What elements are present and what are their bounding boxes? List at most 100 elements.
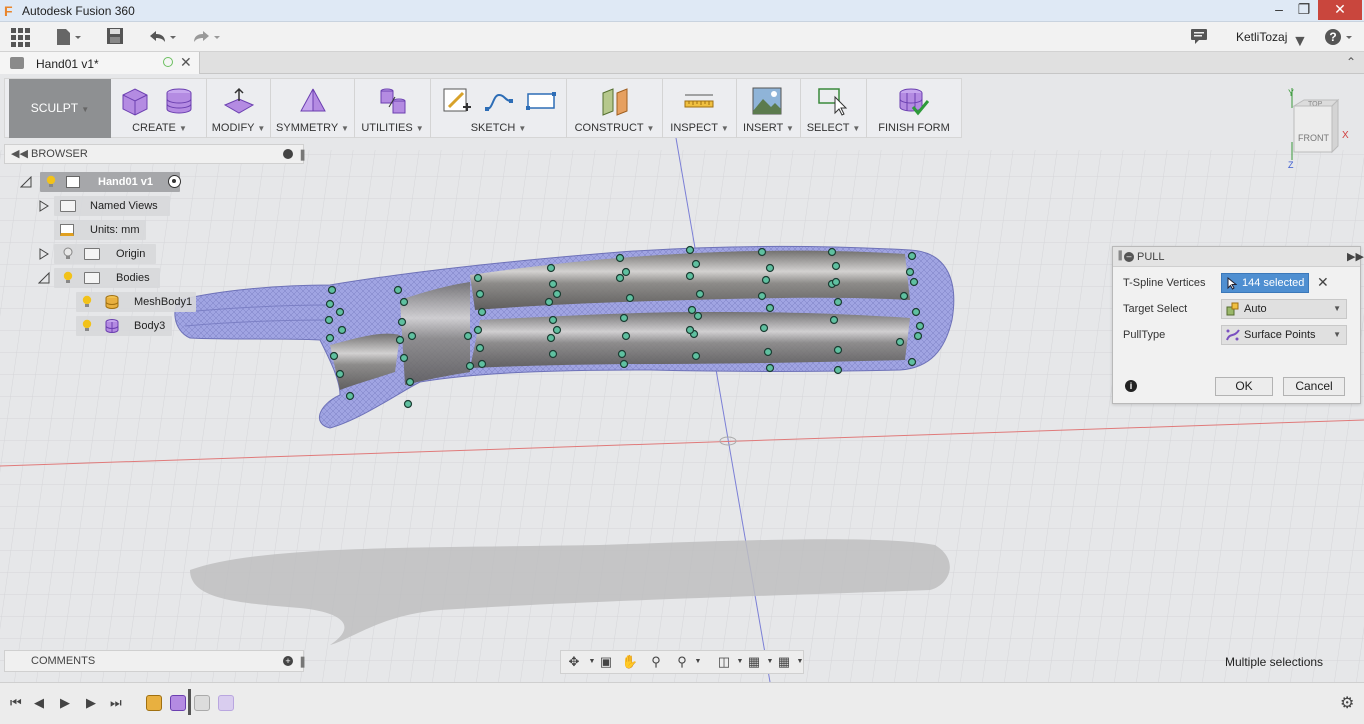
symmetry-icon[interactable] (297, 85, 329, 117)
select-menu-label: SELECT ▼ (806, 122, 861, 134)
browser-panel-header: ◀◀ BROWSER ❚ (4, 144, 307, 164)
go-to-start-icon[interactable]: ⏮ (10, 695, 22, 711)
collapse-browser-icon[interactable]: ◀◀ (11, 147, 28, 160)
document-tab[interactable]: Hand01 v1* ✕ (0, 52, 200, 74)
zoom-icon[interactable]: ⚲ (647, 654, 665, 670)
pull-type-dropdown[interactable]: Surface Points ▼ (1221, 325, 1347, 345)
visibility-bulb-icon[interactable] (82, 295, 92, 308)
insert-group[interactable]: INSERT ▼ (737, 79, 801, 138)
timeline-form-feature-2-icon[interactable] (218, 695, 234, 711)
cylinder-icon[interactable] (163, 85, 195, 117)
edit-form-icon[interactable] (223, 85, 255, 117)
step-forward-icon[interactable]: ▶ (60, 695, 70, 711)
select-group[interactable]: SELECT ▼ (801, 79, 867, 138)
zoom-caret-icon[interactable]: ▼ (689, 654, 707, 670)
create-group[interactable]: CREATE ▼ (113, 79, 207, 138)
add-comment-icon[interactable]: + (283, 656, 293, 666)
browser-pin-icon[interactable] (283, 149, 293, 159)
undo-icon[interactable] (146, 27, 178, 47)
collapsed-triangle-icon[interactable] (38, 200, 50, 212)
browser-root[interactable]: Hand01 v1 (20, 172, 190, 192)
browser-item-named-views[interactable]: Named Views (38, 196, 172, 216)
user-dropdown-caret-icon[interactable]: ▼ (1292, 32, 1308, 52)
browser-item-bodies[interactable]: Bodies (38, 268, 162, 288)
step-back-icon[interactable]: ◀ (34, 695, 44, 711)
create-sketch-icon[interactable] (441, 85, 473, 117)
timeline-bar: ⏮ ◀ ▶ ▶ ⏭ ⚙ (0, 682, 1364, 724)
collapsed-triangle-icon[interactable] (38, 248, 50, 260)
close-tab-icon[interactable]: ✕ (180, 54, 192, 71)
expanded-triangle-icon[interactable] (20, 176, 32, 188)
pull-dialog: ❚ – PULL ▶▶ T-Spline Vertices 144 select… (1112, 246, 1364, 404)
save-icon[interactable] (106, 27, 124, 47)
collapse-chevron-up-icon[interactable]: ⌃ (1346, 55, 1356, 69)
file-menu-icon[interactable] (54, 27, 82, 47)
box-icon[interactable] (119, 85, 151, 117)
surface-points-icon (1226, 329, 1240, 341)
construct-group[interactable]: CONSTRUCT ▼ (567, 79, 663, 138)
modify-group[interactable]: MODIFY ▼ (207, 79, 271, 138)
finish-form-group[interactable]: FINISH FORM (867, 79, 961, 138)
comments-resize-handle-icon[interactable]: ❚ (298, 655, 307, 668)
ok-button[interactable]: OK (1215, 377, 1273, 396)
user-account-menu[interactable]: KetliTozaj (1236, 30, 1287, 44)
info-icon[interactable]: i (1125, 380, 1137, 392)
cancel-button[interactable]: Cancel (1283, 377, 1345, 396)
look-at-icon[interactable]: ▣ (597, 654, 615, 670)
utilities-group[interactable]: UTILITIES ▼ (355, 79, 431, 138)
pan-hand-icon[interactable]: ✋ (621, 654, 639, 670)
redo-icon[interactable] (190, 27, 222, 47)
folder-icon (84, 272, 100, 284)
browser-item-units[interactable]: Units: mm (54, 220, 146, 240)
timeline-form-feature-icon[interactable] (170, 695, 186, 711)
timeline-settings-gear-icon[interactable]: ⚙ (1340, 693, 1354, 713)
viewcube[interactable]: Y Z X TOP FRONT (1288, 84, 1352, 168)
visibility-bulb-icon[interactable] (63, 271, 73, 284)
utilities-icon[interactable] (377, 85, 409, 117)
maximize-button[interactable]: ❐ (1291, 0, 1317, 20)
expanded-triangle-icon[interactable] (38, 272, 50, 284)
go-to-end-icon[interactable]: ⏭ (110, 695, 122, 711)
visibility-bulb-icon[interactable] (82, 319, 92, 332)
insert-image-icon[interactable] (751, 85, 783, 117)
cursor-arrow-icon (1227, 277, 1237, 290)
close-window-button[interactable]: ✕ (1318, 0, 1362, 20)
visibility-bulb-icon[interactable] (46, 175, 56, 188)
pull-dialog-header[interactable]: ❚ – PULL ▶▶ (1113, 247, 1364, 267)
dialog-expand-icon[interactable]: ▶▶ (1347, 250, 1364, 263)
activate-component-icon[interactable] (168, 175, 181, 188)
target-select-dropdown[interactable]: Auto ▼ (1221, 299, 1347, 319)
timeline-mesh-feature-icon[interactable] (146, 695, 162, 711)
clear-selection-icon[interactable]: ✕ (1317, 274, 1329, 291)
selection-status: Multiple selections (1225, 655, 1324, 669)
browser-resize-handle-icon[interactable]: ❚ (298, 148, 307, 161)
play-icon[interactable]: ▶ (86, 695, 96, 711)
tspline-vertices-selection-button[interactable]: 144 selected (1221, 273, 1309, 293)
timeline-marker[interactable] (188, 689, 191, 715)
inspect-group[interactable]: INSPECT ▼ (663, 79, 737, 138)
dialog-collapse-icon[interactable]: – (1124, 252, 1134, 262)
measure-icon[interactable] (683, 85, 715, 117)
sketch-group[interactable]: SKETCH ▼ (431, 79, 567, 138)
finish-form-icon[interactable] (897, 85, 929, 117)
browser-root-label: Hand01 v1 (98, 176, 154, 188)
viewcube-front-face: FRONT (1298, 133, 1329, 143)
data-panel-grid-icon[interactable] (10, 27, 30, 47)
rectangle-icon[interactable] (525, 85, 557, 117)
help-icon[interactable]: ? (1324, 27, 1354, 47)
workspace-switcher-button[interactable]: SCULPT ▼ (9, 79, 111, 138)
timeline-sketch-feature-icon[interactable] (194, 695, 210, 711)
visibility-bulb-off-icon[interactable] (63, 247, 73, 260)
notifications-icon[interactable] (1190, 27, 1208, 47)
select-cursor-icon[interactable] (817, 85, 849, 117)
browser-item-meshbody1[interactable]: MeshBody1 (76, 292, 196, 312)
symmetry-group[interactable]: SYMMETRY ▼ (271, 79, 355, 138)
browser-item-body3[interactable]: Body3 (76, 316, 172, 336)
spline-icon[interactable] (483, 85, 515, 117)
construct-plane-icon[interactable] (599, 85, 631, 117)
orbit-icon[interactable]: ✥ (565, 654, 583, 670)
minimize-button[interactable]: – (1266, 0, 1292, 20)
title-bar: F Autodesk Fusion 360 – ❐ ✕ (0, 0, 1364, 22)
browser-item-origin[interactable]: Origin (38, 244, 156, 264)
viewports-caret-icon[interactable]: ▼ (791, 654, 809, 670)
